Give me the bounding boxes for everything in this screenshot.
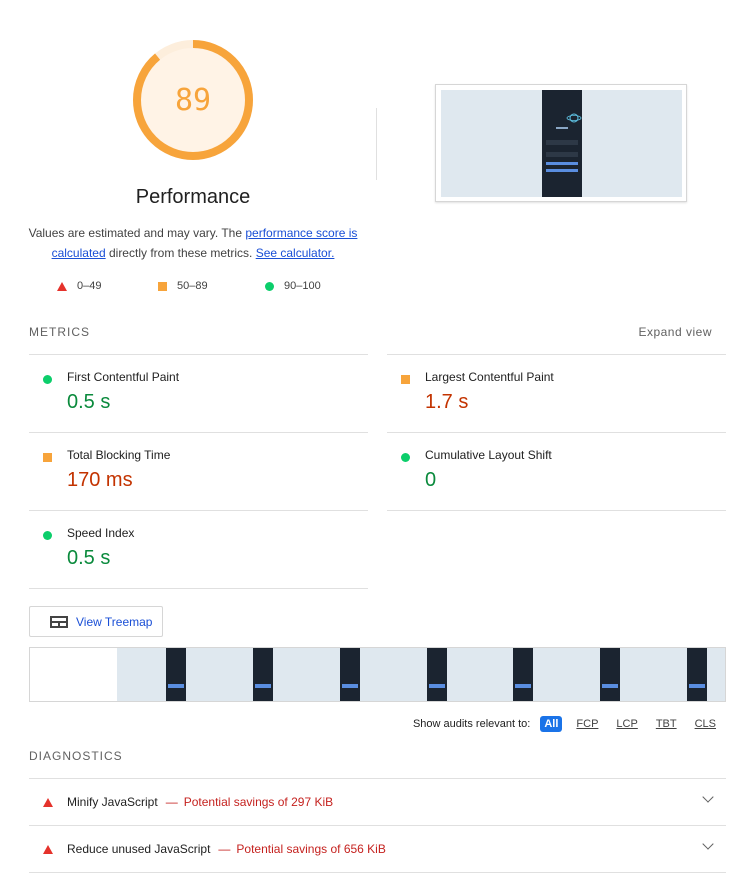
green-circle-icon	[43, 531, 52, 540]
red-triangle-icon	[43, 797, 53, 807]
metrics-header: METRICS	[29, 325, 90, 339]
chevron-down-icon[interactable]	[702, 791, 714, 803]
filmstrip-phone	[165, 648, 186, 701]
see-calculator-link[interactable]: See calculator.	[256, 246, 335, 260]
filmstrip-phone	[687, 648, 708, 701]
filter-chip-all[interactable]: All	[540, 716, 563, 732]
filmstrip-frame	[203, 648, 291, 701]
filmstrip	[29, 647, 726, 702]
filmstrip-phone	[252, 648, 273, 701]
metric-value: 0.5 s	[67, 547, 111, 569]
metric-label: First Contentful Paint	[67, 370, 180, 384]
green-circle-icon	[265, 281, 274, 291]
login-page-thumbnail	[546, 113, 582, 172]
phone-preview	[542, 90, 582, 197]
audit-title: Minify JavaScript	[67, 795, 158, 809]
filmstrip-frame	[116, 648, 204, 701]
diagnostics-divider	[29, 872, 726, 873]
view-treemap-label: View Treemap	[76, 614, 153, 629]
filmstrip-phone	[426, 648, 447, 701]
legend-fail: 0–49	[57, 280, 101, 292]
metric-lcp: Largest Contentful Paint 1.7 s	[387, 354, 726, 432]
audit-savings: Potential savings of 297 KiB	[183, 795, 334, 809]
filmstrip-frame	[638, 648, 725, 701]
diagnostics-header: DIAGNOSTICS	[29, 749, 123, 763]
treemap-icon	[50, 615, 68, 628]
filter-chip-lcp[interactable]: LCP	[612, 716, 641, 732]
metrics-divider	[387, 510, 726, 511]
view-treemap-button[interactable]: View Treemap	[29, 606, 163, 637]
audit-separator: —	[165, 795, 178, 809]
score-title: Performance	[135, 186, 251, 208]
metric-label: Cumulative Layout Shift	[425, 448, 552, 462]
audit-savings: Potential savings of 656 KiB	[236, 842, 386, 856]
metric-value: 1.7 s	[425, 391, 469, 413]
chevron-down-icon[interactable]	[702, 838, 714, 850]
metrics-divider	[29, 588, 368, 589]
orange-square-icon	[401, 375, 410, 384]
filter-chip-fcp[interactable]: FCP	[572, 716, 602, 732]
filmstrip-frame	[377, 648, 465, 701]
score-value: 89	[174, 82, 212, 118]
score-legend: 0–49 50–89 90–100	[0, 280, 380, 298]
metric-speed-index: Speed Index 0.5 s	[29, 510, 368, 588]
metric-cls: Cumulative Layout Shift 0	[387, 432, 726, 510]
filmstrip-frame	[551, 648, 639, 701]
filmstrip-phone	[600, 648, 621, 701]
final-screenshot-image	[441, 90, 682, 197]
audit-title: Reduce unused JavaScript	[67, 842, 211, 856]
legend-pass: 90–100	[265, 280, 321, 292]
orange-square-icon	[43, 453, 52, 462]
vertical-divider	[376, 108, 377, 180]
filter-chip-cls[interactable]: CLS	[691, 716, 720, 732]
metric-label: Total Blocking Time	[67, 448, 171, 462]
description-prefix: Values are estimated and may vary. The	[28, 226, 246, 240]
green-circle-icon	[401, 453, 410, 462]
legend-fail-range: 0–49	[77, 280, 102, 292]
audit-minify-javascript[interactable]: Minify JavaScript — Potential savings of…	[29, 778, 726, 825]
metric-value: 0.5 s	[67, 391, 111, 413]
audit-reduce-unused-javascript[interactable]: Reduce unused JavaScript — Potential sav…	[29, 825, 726, 872]
legend-average: 50–89	[158, 280, 208, 292]
description-middle: directly from these metrics.	[105, 246, 256, 260]
audit-filter-label: Show audits relevant to:	[412, 718, 531, 730]
filmstrip-phone	[339, 648, 360, 701]
green-circle-icon	[43, 375, 52, 384]
metric-tbt: Total Blocking Time 170 ms	[29, 432, 368, 510]
legend-pass-range: 90–100	[284, 280, 321, 292]
score-gauge: 89	[133, 40, 253, 160]
orange-square-icon	[158, 281, 167, 291]
metric-label: Largest Contentful Paint	[425, 370, 554, 384]
filmstrip-frame	[30, 648, 117, 701]
metric-label: Speed Index	[67, 526, 135, 540]
filmstrip-phone	[513, 648, 534, 701]
expand-view-toggle[interactable]: Expand view	[638, 325, 712, 339]
audit-separator: —	[218, 842, 231, 856]
legend-average-range: 50–89	[177, 280, 208, 292]
filter-chip-tbt[interactable]: TBT	[652, 716, 681, 732]
filmstrip-frame	[464, 648, 552, 701]
metric-fcp: First Contentful Paint 0.5 s	[29, 354, 368, 432]
audit-filter: Show audits relevant to: All FCP LCP TBT…	[413, 716, 720, 732]
red-triangle-icon	[43, 844, 53, 854]
performance-description: Values are estimated and may vary. The p…	[26, 223, 360, 263]
filmstrip-frame	[290, 648, 378, 701]
final-screenshot[interactable]	[435, 84, 687, 202]
metric-value: 0	[425, 469, 437, 491]
metric-value: 170 ms	[67, 469, 133, 491]
red-triangle-icon	[57, 281, 67, 291]
